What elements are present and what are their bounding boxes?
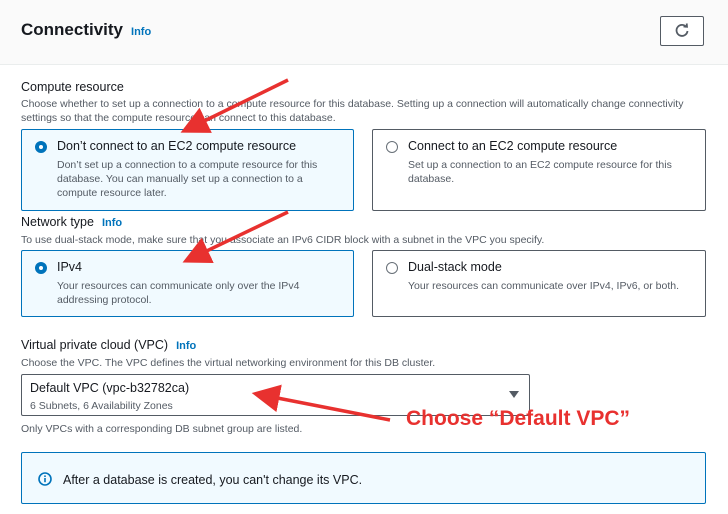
network-type-label: Network type Info (21, 215, 122, 229)
section-title: Connectivity Info (21, 20, 151, 40)
network-type-label-text: Network type (21, 215, 94, 229)
vpc-select-subtext: 6 Subnets, 6 Availability Zones (30, 400, 173, 412)
radio-dual-stack[interactable] (386, 262, 398, 274)
option-title: Dual-stack mode (408, 260, 502, 274)
radio-connect-ec2[interactable] (386, 141, 398, 153)
vpc-description: Choose the VPC. The VPC defines the virt… (21, 357, 436, 369)
option-description: Your resources can communicate over IPv4… (408, 280, 679, 292)
option-dual-stack[interactable]: Dual-stack mode Your resources can commu… (372, 250, 706, 317)
alert-text: After a database is created, you can't c… (63, 473, 363, 487)
vpc-info-link[interactable]: Info (176, 340, 196, 352)
vpc-select-value: Default VPC (vpc-b32782ca) (30, 381, 190, 395)
option-description: Don’t set up a connection to a compute r… (57, 159, 318, 199)
vpc-label: Virtual private cloud (VPC) Info (21, 338, 196, 352)
info-alert: After a database is created, you can't c… (21, 452, 706, 504)
refresh-button[interactable] (660, 16, 704, 46)
option-description: Set up a connection to an EC2 compute re… (408, 159, 672, 185)
option-title: Connect to an EC2 compute resource (408, 139, 618, 153)
info-link[interactable]: Info (131, 26, 151, 38)
compute-resource-description: Choose whether to set up a connection to… (21, 98, 684, 124)
network-type-info-link[interactable]: Info (102, 217, 122, 229)
caret-down-icon (509, 391, 519, 398)
info-icon (38, 472, 52, 486)
option-title: Don’t connect to an EC2 compute resource (57, 139, 297, 153)
compute-resource-label: Compute resource (21, 80, 124, 94)
option-title: IPv4 (57, 260, 83, 274)
network-type-description: To use dual-stack mode, make sure that y… (21, 234, 545, 246)
vpc-label-text: Virtual private cloud (VPC) (21, 338, 169, 352)
option-connect-ec2[interactable]: Connect to an EC2 compute resource Set u… (372, 129, 706, 211)
radio-ipv4[interactable] (35, 262, 47, 274)
option-dont-connect-ec2[interactable]: Don’t connect to an EC2 compute resource… (21, 129, 354, 211)
section-title-text: Connectivity (21, 20, 124, 39)
annotation-choose-default-vpc: Choose “Default VPC” (406, 407, 631, 430)
option-ipv4[interactable]: IPv4 Your resources can communicate only… (21, 250, 354, 317)
section-header: Connectivity Info (0, 0, 728, 65)
radio-dont-connect-ec2[interactable] (35, 141, 47, 153)
refresh-icon (675, 23, 689, 37)
option-description: Your resources can communicate only over… (57, 280, 300, 306)
